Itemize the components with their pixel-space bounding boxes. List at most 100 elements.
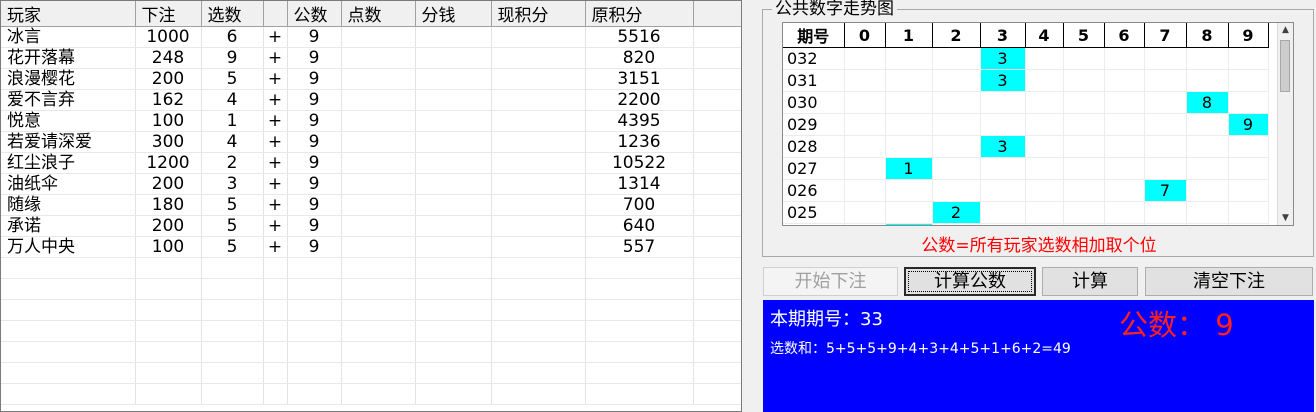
player-row[interactable]: 浪漫樱花 200 5 +9 3151 — [1, 68, 741, 90]
players-column-header[interactable]: 选数 — [201, 1, 264, 27]
player-cell-op: + — [263, 26, 288, 48]
trend-empty-cell — [1063, 69, 1105, 92]
trend-empty-cell — [1025, 201, 1064, 224]
player-cell-common: 9 — [287, 215, 342, 237]
trend-empty-cell — [1063, 47, 1105, 70]
players-grid[interactable]: 玩家 下注 选数 公数 点数 分钱 现积分 原积分 冰言 1000 6 +9 5516 花开落幕 248 9… — [0, 0, 742, 412]
players-column-header[interactable]: 现积分 — [491, 1, 586, 27]
player-row[interactable]: 花开落幕 248 9 +9 820 — [1, 47, 741, 69]
trend-period-cell: 026 — [783, 179, 845, 202]
calculate-button[interactable]: 计算 — [1042, 267, 1138, 296]
player-cell-pick: 5 — [201, 68, 264, 90]
player-cell-original: 557 — [585, 236, 694, 258]
player-row[interactable]: 爱不言弃 162 4 +9 2200 — [1, 89, 741, 111]
players-column-header[interactable]: 原积分 — [585, 1, 694, 27]
trend-empty-cell — [885, 69, 933, 92]
player-cell-current — [491, 68, 586, 90]
trend-empty-cell — [980, 201, 1026, 224]
player-cell-points — [341, 194, 416, 216]
trend-empty-cell — [1228, 179, 1269, 202]
player-cell-current — [491, 110, 586, 132]
trend-empty-cell — [1025, 157, 1064, 180]
player-row[interactable]: 悦意 100 1 +9 4395 — [1, 110, 741, 132]
player-cell-current — [491, 89, 586, 111]
player-cell-filler — [693, 215, 741, 237]
player-row[interactable]: 油纸伞 200 3 +9 1314 — [1, 173, 741, 195]
players-column-header[interactable]: 下注 — [135, 1, 202, 27]
start-betting-button[interactable]: 开始下注 — [763, 267, 898, 296]
trend-hit-cell: 8 — [1186, 91, 1229, 114]
player-row[interactable]: 红尘浪子 1200 2 +9 10522 — [1, 152, 741, 174]
current-period-label: 本期期号：33 — [770, 309, 883, 330]
player-empty-cell — [341, 320, 416, 342]
trend-empty-cell — [1025, 47, 1064, 70]
player-row[interactable]: 随缘 180 5 +9 700 — [1, 194, 741, 216]
player-empty-cell — [201, 278, 264, 300]
player-empty-cell — [491, 362, 586, 384]
players-column-header[interactable]: 玩家 — [1, 1, 136, 27]
player-cell-original: 640 — [585, 215, 694, 237]
player-empty-cell — [415, 320, 492, 342]
trend-empty-cell — [1186, 113, 1229, 136]
trend-header-row: 期号 0 1 2 3 4 5 6 7 8 9 — [783, 23, 1269, 48]
trend-column-header: 9 — [1228, 23, 1269, 48]
trend-row: 026 7 — [783, 179, 1269, 202]
trend-row: 024 1 — [783, 223, 1269, 225]
player-empty-cell — [263, 341, 288, 363]
player-empty-cell — [287, 320, 342, 342]
clear-bets-button[interactable]: 清空下注 — [1145, 267, 1313, 296]
player-row[interactable]: 若爱请深爱 300 4 +9 1236 — [1, 131, 741, 153]
player-cell-op: + — [263, 131, 288, 153]
player-row[interactable]: 承诺 200 5 +9 640 — [1, 215, 741, 237]
player-empty-cell — [415, 278, 492, 300]
trend-column-header: 3 — [980, 23, 1026, 48]
trend-hit-cell: 2 — [932, 201, 981, 224]
trend-empty-cell — [1144, 47, 1187, 70]
player-empty-cell — [341, 257, 416, 279]
players-column-header[interactable] — [263, 1, 288, 27]
trend-empty-cell — [932, 157, 981, 180]
trend-empty-cell — [1063, 113, 1105, 136]
player-row[interactable]: 冰言 1000 6 +9 5516 — [1, 26, 741, 48]
trend-empty-cell — [885, 179, 933, 202]
trend-grid[interactable]: 期号 0 1 2 3 4 5 6 7 8 9 032 3 031 3 030 8 029 9 028 3 027 1 026… — [782, 22, 1294, 226]
trend-period-cell: 032 — [783, 47, 845, 70]
player-cell-current — [491, 26, 586, 48]
trend-hit-cell: 3 — [980, 47, 1026, 70]
player-empty-cell — [135, 257, 202, 279]
player-cell-current — [491, 173, 586, 195]
player-cell-name: 浪漫樱花 — [1, 68, 136, 90]
player-cell-points — [341, 47, 416, 69]
trend-scrollbar[interactable]: ▲ ▼ — [1277, 23, 1293, 225]
trend-empty-cell — [844, 223, 886, 225]
player-empty-cell — [693, 320, 741, 342]
trend-empty-cell — [1104, 113, 1145, 136]
trend-empty-cell — [932, 135, 981, 158]
players-table: 玩家 下注 选数 公数 点数 分钱 现积分 原积分 冰言 1000 6 +9 5516 花开落幕 248 9… — [1, 1, 741, 405]
trend-empty-cell — [1063, 135, 1105, 158]
scroll-thumb[interactable] — [1280, 40, 1290, 92]
trend-empty-cell — [885, 113, 933, 136]
player-empty-cell — [693, 299, 741, 321]
trend-period-cell: 025 — [783, 201, 845, 224]
player-cell-original: 700 — [585, 194, 694, 216]
player-cell-op: + — [263, 215, 288, 237]
players-column-header[interactable]: 分钱 — [415, 1, 492, 27]
trend-empty-cell — [1186, 47, 1229, 70]
calculate-common-button[interactable]: 计算公数 — [904, 267, 1036, 296]
player-cell-name: 若爱请深爱 — [1, 131, 136, 153]
player-empty-cell — [287, 383, 342, 405]
player-empty-cell — [693, 257, 741, 279]
players-column-header[interactable]: 公数 — [287, 1, 342, 27]
trend-empty-cell — [844, 135, 886, 158]
trend-empty-cell — [1063, 179, 1105, 202]
player-empty-cell — [585, 278, 694, 300]
player-cell-name: 随缘 — [1, 194, 136, 216]
scroll-down-arrow-icon[interactable]: ▼ — [1278, 213, 1293, 223]
player-cell-common: 9 — [287, 131, 342, 153]
players-column-header[interactable]: 点数 — [341, 1, 416, 27]
scroll-up-arrow-icon[interactable]: ▲ — [1278, 25, 1293, 35]
player-row[interactable]: 万人中央 100 5 +9 557 — [1, 236, 741, 258]
player-cell-original: 820 — [585, 47, 694, 69]
trend-empty-cell — [932, 223, 981, 225]
